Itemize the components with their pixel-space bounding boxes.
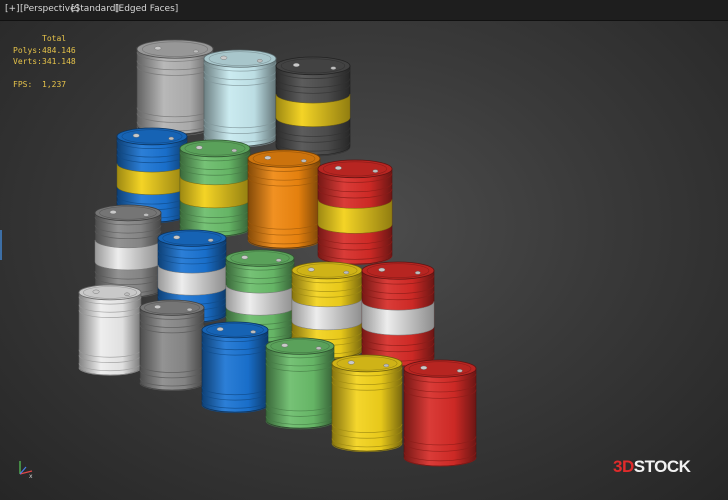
barrel-red-7[interactable] xyxy=(317,159,393,265)
brand-text-stock: STOCK xyxy=(633,457,691,476)
barrel-orange-6[interactable] xyxy=(247,149,321,250)
barrel-white-13[interactable] xyxy=(78,284,142,376)
brand-text-3d: 3D xyxy=(613,457,634,476)
verts-value: 341.148 xyxy=(42,57,76,67)
brand-watermark: 3DSTOCK xyxy=(613,457,691,477)
polys-value: 484.146 xyxy=(42,45,76,55)
barrel-scene[interactable] xyxy=(0,0,728,500)
barrel-gray-8[interactable] xyxy=(94,204,162,298)
barrel-yellow-17[interactable] xyxy=(331,354,403,453)
barrel-blue-15[interactable] xyxy=(201,321,269,414)
barrel-red-18[interactable] xyxy=(403,359,477,467)
verts-label: Verts: xyxy=(13,57,42,67)
barrel-cyan-2[interactable] xyxy=(203,49,277,148)
stats-header: Total xyxy=(42,34,67,43)
barrel-charcoal-3[interactable] xyxy=(275,56,351,157)
fps-value: 1,237 xyxy=(42,80,67,90)
barrel-red-12[interactable] xyxy=(361,261,435,367)
svg-text:x: x xyxy=(29,473,33,480)
3d-viewport[interactable]: [+] [Perspective] [Standard] [Edged Face… xyxy=(0,0,728,500)
barrel-green-16[interactable] xyxy=(265,337,335,430)
polys-label: Polys: xyxy=(13,45,42,55)
barrel-green-5[interactable] xyxy=(179,139,251,238)
fps-label: FPS: xyxy=(13,80,33,90)
barrel-gray-14[interactable] xyxy=(139,299,205,391)
barrel-lightgray-1[interactable] xyxy=(136,39,214,136)
axis-gizmo-icon: x xyxy=(19,461,33,480)
